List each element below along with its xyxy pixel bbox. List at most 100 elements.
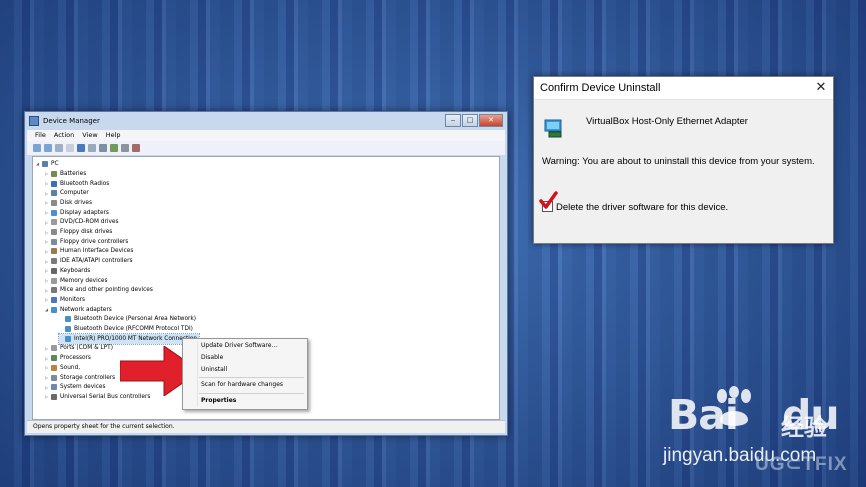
tree-item-label: DVD/CD-ROM drives — [60, 219, 119, 226]
device-manager-title: Device Manager — [43, 117, 100, 125]
tree-item-label: Computer — [60, 190, 89, 197]
tree-root[interactable]: ◢ PC — [36, 159, 59, 169]
status-bar: Opens property sheet for the current sel… — [27, 420, 505, 433]
tree-category[interactable]: ▷ Memory devices — [45, 276, 107, 286]
menu-item-update-driver[interactable]: Update Driver Software... — [201, 342, 277, 349]
device-category-icon — [51, 180, 57, 187]
device-category-icon — [51, 238, 57, 245]
device-category-icon — [51, 384, 57, 391]
scan-hardware-icon[interactable] — [110, 144, 118, 152]
tree-category[interactable]: ▷ Floppy disk drives — [45, 227, 112, 237]
device-category-icon — [51, 229, 57, 236]
tree-item-label: Human Interface Devices — [60, 248, 134, 255]
device-category-icon — [51, 209, 57, 216]
tree-child-item[interactable]: Bluetooth Device (RFCOMM Protocol TDI) — [59, 324, 193, 334]
tree-category[interactable]: ▷ Display adapters — [45, 208, 109, 218]
properties-icon[interactable] — [66, 144, 74, 152]
tree-item-label: Keyboards — [60, 267, 91, 274]
tree-child-item[interactable]: Bluetooth Device (Personal Area Network) — [59, 315, 196, 325]
tree-item-label: Network adapters — [60, 306, 112, 313]
tree-category[interactable]: ▷ Bluetooth Radios — [45, 179, 109, 189]
device-category-icon — [51, 267, 57, 274]
back-icon[interactable] — [33, 144, 41, 152]
device-name: VirtualBox Host-Only Ethernet Adapter — [586, 116, 748, 127]
device-category-icon — [51, 364, 57, 371]
dialog-titlebar[interactable]: Confirm Device Uninstall — [534, 77, 833, 100]
computer-icon — [42, 160, 48, 167]
device-category-icon — [51, 374, 57, 381]
update-driver-icon[interactable] — [121, 144, 129, 152]
menu-separator — [199, 393, 304, 394]
forward-icon[interactable] — [44, 144, 52, 152]
tree-item-label: Bluetooth Device (Personal Area Network) — [74, 316, 197, 323]
toolbar — [27, 141, 505, 156]
device-category-icon — [51, 355, 57, 362]
context-menu: Update Driver Software... Disable Uninst… — [182, 338, 308, 410]
device-category-icon — [51, 277, 57, 284]
baidu-cn-watermark: 经验 — [781, 415, 827, 441]
maximize-button[interactable]: □ — [462, 114, 478, 127]
device-category-icon — [51, 296, 57, 303]
delete-driver-label[interactable]: Delete the driver software for this devi… — [556, 202, 728, 213]
menu-file[interactable]: File — [35, 130, 46, 141]
device-category-icon — [65, 326, 71, 333]
device-category-icon — [51, 393, 57, 400]
tree-category[interactable]: ◢ Network adapters — [45, 305, 112, 315]
network-adapter-icon — [544, 119, 562, 138]
uninstall-device-icon[interactable] — [132, 144, 140, 152]
device-category-icon — [51, 258, 57, 265]
tree-item-label: Disk drives — [60, 199, 92, 206]
tree-item-label: Bluetooth Radios — [60, 180, 110, 187]
tree-item-label: Floppy drive controllers — [60, 238, 129, 245]
tree-child-item[interactable]: Intel(R) PRO/1000 MT Network Connection — [57, 332, 201, 345]
minimize-button[interactable]: ‒ — [445, 114, 461, 127]
resources-icon[interactable] — [88, 144, 96, 152]
tree-category[interactable]: ▷ Ports (COM & LPT) — [45, 344, 113, 354]
device-category-icon — [51, 190, 57, 197]
tree-category[interactable]: ▷ Monitors — [45, 295, 85, 305]
tree-category[interactable]: ▷ Processors — [45, 353, 91, 363]
tree-item-label: Ports (COM & LPT) — [60, 345, 113, 352]
tree-category[interactable]: ▷ Keyboards — [45, 266, 90, 276]
tree-category[interactable]: ▷ Computer — [45, 188, 89, 198]
menu-bar: File Action View Help — [27, 130, 505, 141]
dialog-title: Confirm Device Uninstall — [540, 82, 661, 94]
tree-category[interactable]: ▷ DVD/CD-ROM drives — [45, 218, 118, 228]
tree-category[interactable]: ▷ Batteries — [45, 169, 86, 179]
menu-action[interactable]: Action — [54, 130, 74, 141]
menu-item-scan[interactable]: Scan for hardware changes — [201, 381, 283, 388]
tree-item-label: Storage controllers — [60, 374, 116, 381]
close-button[interactable]: ✕ — [479, 114, 503, 127]
dialog-close-button[interactable]: ✕ — [812, 79, 830, 97]
tree-item-label: Mice and other pointing devices — [60, 287, 153, 294]
menu-item-disable[interactable]: Disable — [201, 354, 223, 361]
tree-category[interactable]: ▷ Disk drives — [45, 198, 92, 208]
device-category-icon — [51, 345, 57, 352]
tree-item-label: System devices — [60, 384, 106, 391]
menu-help[interactable]: Help — [106, 130, 121, 141]
device-category-icon — [51, 306, 57, 313]
help-icon[interactable] — [77, 144, 85, 152]
tree-item-label: Memory devices — [60, 277, 108, 284]
confirm-uninstall-dialog: Confirm Device Uninstall ✕ VirtualBox Ho… — [533, 76, 834, 244]
device-category-icon — [51, 248, 57, 255]
tree-category[interactable]: ▷ Floppy drive controllers — [45, 237, 128, 247]
menu-separator — [199, 377, 304, 378]
tree-category[interactable]: ▷ Human Interface Devices — [45, 247, 133, 257]
menu-item-properties[interactable]: Properties — [201, 397, 236, 404]
tree-view-icon[interactable] — [55, 144, 63, 152]
computer-icon[interactable] — [99, 144, 107, 152]
device-manager-titlebar[interactable]: Device Manager — [25, 112, 507, 130]
tree-category[interactable]: ▷ Sound, — [45, 363, 80, 373]
device-category-icon — [51, 170, 57, 177]
tree-category[interactable]: ▷ Mice and other pointing devices — [45, 285, 153, 295]
device-category-icon — [65, 316, 71, 323]
tree-category[interactable]: ▷ IDE ATA/ATAPI controllers — [45, 256, 133, 266]
menu-view[interactable]: View — [82, 130, 97, 141]
menu-item-uninstall[interactable]: Uninstall — [201, 366, 227, 373]
tree-item-label: Floppy disk drives — [60, 229, 113, 236]
tree-item-label: Intel(R) PRO/1000 MT Network Connection — [74, 335, 198, 342]
tree-category[interactable]: ▷ Storage controllers — [45, 373, 115, 383]
device-category-icon — [51, 219, 57, 226]
tree-category[interactable]: ▷ System devices — [45, 382, 106, 392]
